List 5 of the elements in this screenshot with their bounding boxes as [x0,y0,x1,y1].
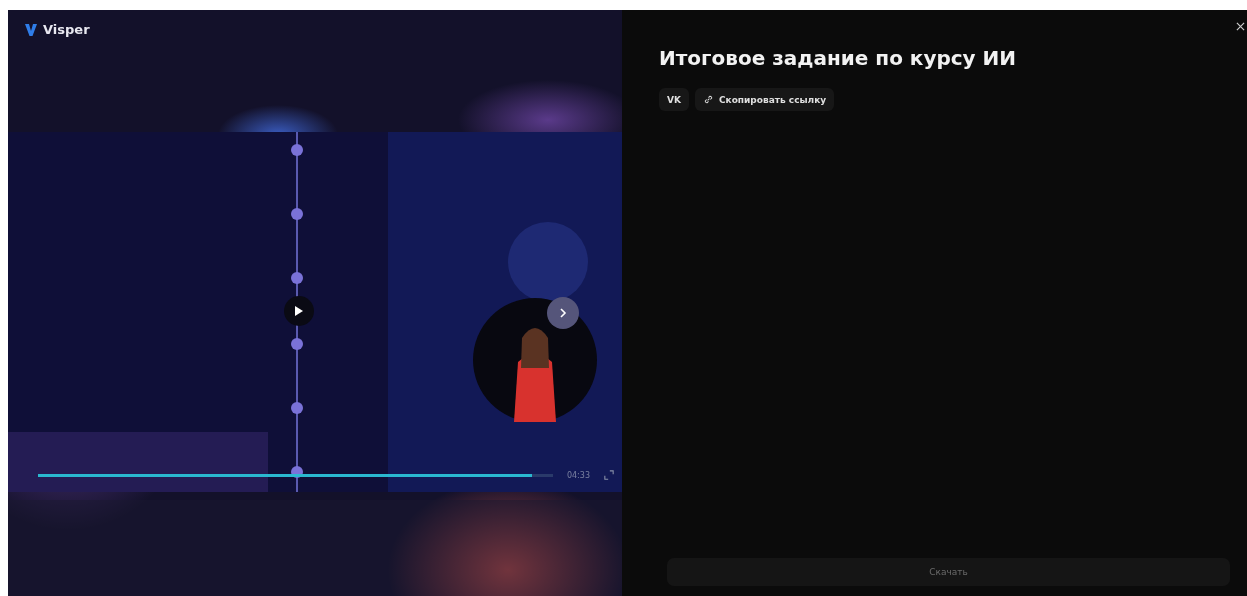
link-icon [702,94,714,105]
close-icon[interactable] [1236,22,1245,31]
vk-button[interactable]: VK [659,88,689,111]
dialog-title: Итоговое задание по курсу ИИ [659,46,1018,70]
copy-link-button[interactable]: Скопировать ссылку [694,88,835,111]
